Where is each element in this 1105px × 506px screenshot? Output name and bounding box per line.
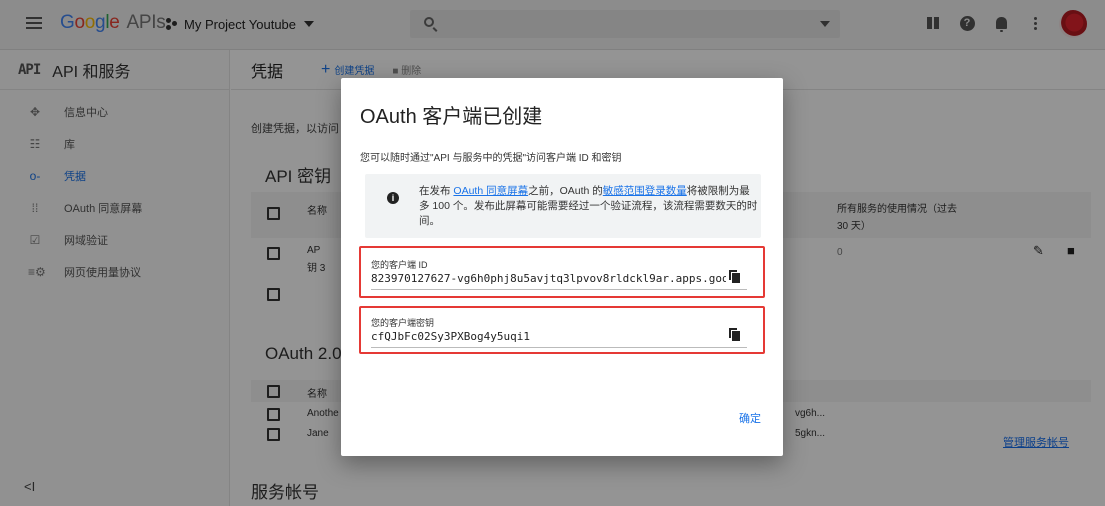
client-id-label: 您的客户端 ID bbox=[371, 260, 428, 270]
sensitive-scope-link[interactable]: 敏感范围登录数量 bbox=[603, 185, 687, 197]
field-underline bbox=[371, 289, 747, 290]
oauth-created-dialog: OAuth 客户端已创建 您可以随时通过"API 与服务中的凭据"访问客户端 I… bbox=[341, 78, 783, 456]
copy-client-id-icon[interactable] bbox=[729, 270, 741, 284]
oauth-consent-screen-link[interactable]: OAuth 同意屏幕 bbox=[453, 185, 528, 197]
info-text-mid: 之前，OAuth 的 bbox=[528, 185, 603, 197]
client-secret-label: 您的客户端密钥 bbox=[371, 318, 435, 328]
info-icon: i bbox=[387, 192, 399, 204]
copy-client-secret-icon[interactable] bbox=[729, 328, 741, 342]
info-text-prefix: 在发布 bbox=[419, 185, 454, 197]
client-secret-value[interactable] bbox=[371, 330, 726, 343]
ok-button[interactable]: 确定 bbox=[739, 410, 761, 426]
dialog-subtitle: 您可以随时通过"API 与服务中的凭据"访问客户端 ID 和密钥 bbox=[360, 153, 622, 164]
client-id-value[interactable] bbox=[371, 272, 726, 285]
field-underline bbox=[371, 347, 747, 348]
info-text: 在发布 OAuth 同意屏幕之前，OAuth 的敏感范围登录数量将被限制为最多 … bbox=[419, 184, 759, 229]
client-id-field: 您的客户端 ID bbox=[361, 250, 761, 296]
client-secret-field: 您的客户端密钥 bbox=[361, 308, 761, 354]
dialog-title: OAuth 客户端已创建 bbox=[360, 106, 543, 128]
manage-service-accounts-link[interactable]: 管理服务帐号 bbox=[1003, 434, 1069, 450]
info-banner: i 在发布 OAuth 同意屏幕之前，OAuth 的敏感范围登录数量将被限制为最… bbox=[365, 174, 761, 238]
